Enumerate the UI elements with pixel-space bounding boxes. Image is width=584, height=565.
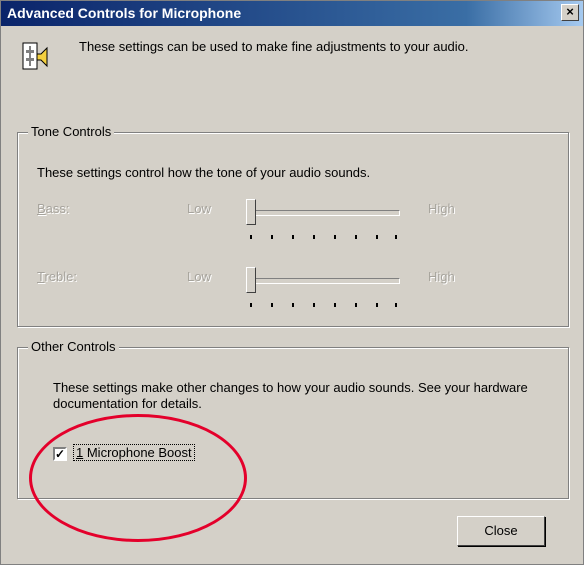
- close-button[interactable]: Close: [457, 516, 545, 546]
- treble-tick: [395, 303, 397, 307]
- title-bar[interactable]: Advanced Controls for Microphone ×: [1, 1, 583, 26]
- treble-tick: [292, 303, 294, 307]
- treble-high-label: High: [428, 269, 455, 284]
- close-icon: ×: [566, 4, 574, 19]
- bass-tick: [355, 235, 357, 239]
- intro-text: These settings can be used to make fine …: [79, 39, 469, 54]
- bass-low-label: Low: [187, 201, 211, 216]
- bass-slider-thumb[interactable]: [246, 199, 256, 225]
- bass-tick: [271, 235, 273, 239]
- tone-controls-group: [17, 132, 569, 327]
- bass-label-rest: ass:: [45, 201, 70, 216]
- red-annotation-ellipse: [29, 414, 247, 542]
- bass-slider[interactable]: [248, 210, 400, 216]
- treble-label-rest: reble:: [44, 269, 77, 284]
- treble-low-label: Low: [187, 269, 211, 284]
- bass-mnemonic: B: [37, 201, 46, 216]
- bass-tick: [292, 235, 294, 239]
- bass-tick: [250, 235, 252, 239]
- other-description: These settings make other changes to how…: [53, 380, 528, 411]
- window-title: Advanced Controls for Microphone: [7, 5, 242, 21]
- speaker-settings-icon: [21, 39, 55, 73]
- treble-tick: [355, 303, 357, 307]
- treble-tick: [334, 303, 336, 307]
- treble-slider[interactable]: [248, 278, 400, 284]
- treble-slider-thumb[interactable]: [246, 267, 256, 293]
- other-controls-legend: Other Controls: [28, 339, 119, 354]
- treble-label: Treble:: [37, 269, 77, 285]
- treble-tick: [250, 303, 252, 307]
- treble-tick: [376, 303, 378, 307]
- treble-tick: [313, 303, 315, 307]
- advanced-controls-dialog: Advanced Controls for Microphone × These…: [0, 0, 584, 565]
- bass-label: Bass:: [37, 201, 70, 217]
- bass-high-label: High: [428, 201, 455, 216]
- tone-controls-legend: Tone Controls: [28, 124, 115, 139]
- bass-tick: [334, 235, 336, 239]
- tone-description: These settings control how the tone of y…: [37, 165, 371, 180]
- treble-tick: [271, 303, 273, 307]
- bass-tick: [313, 235, 315, 239]
- bass-tick: [376, 235, 378, 239]
- title-close-button[interactable]: ×: [561, 4, 579, 21]
- bass-tick: [395, 235, 397, 239]
